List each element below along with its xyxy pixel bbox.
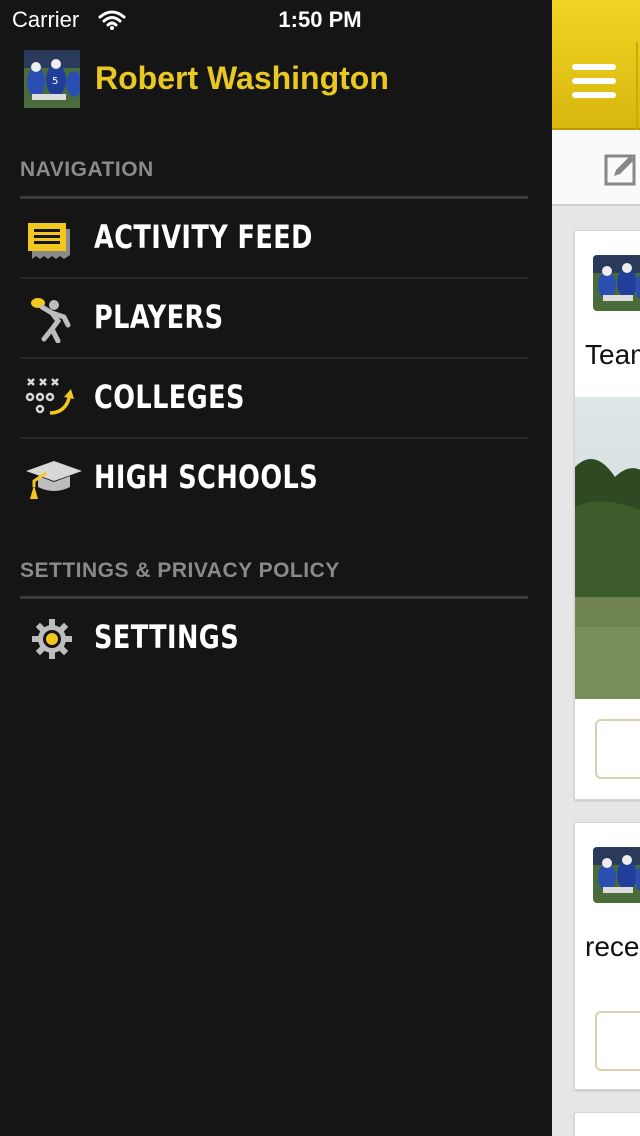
feed-post-card[interactable]: recei	[574, 822, 640, 1090]
section-title-navigation: NAVIGATION	[20, 158, 154, 181]
nav-item-colleges[interactable]: COLLEGES	[20, 359, 528, 439]
nav-item-activity-feed[interactable]: ACTIVITY FEED	[20, 199, 528, 279]
nav-item-settings[interactable]: SETTINGS	[20, 599, 528, 679]
hamburger-menu-icon[interactable]	[572, 64, 616, 102]
nav-label: PLAYERS	[94, 298, 224, 336]
compose-edit-icon[interactable]	[604, 152, 638, 191]
post-text: recei	[585, 931, 640, 962]
post-action-button[interactable]	[595, 1011, 640, 1071]
main-content-pane[interactable]: Team	[552, 0, 640, 1136]
nav-label: SETTINGS	[94, 618, 240, 656]
player-icon	[24, 295, 76, 344]
feed-post-card[interactable]: Team	[574, 230, 640, 800]
nav-label: COLLEGES	[94, 378, 245, 416]
nav-label: ACTIVITY FEED	[94, 218, 313, 256]
nav-item-players[interactable]: PLAYERS	[20, 279, 528, 359]
gear-icon	[24, 615, 76, 663]
post-photo[interactable]	[575, 397, 640, 699]
avatar[interactable]: 5	[24, 50, 80, 108]
nav-label: HIGH SCHOOLS	[94, 458, 319, 496]
post-text: Team	[585, 339, 640, 370]
feed-post-card[interactable]	[574, 1112, 640, 1136]
status-bar: Carrier 1:50 PM	[0, 0, 640, 40]
top-navigation-bar	[552, 0, 640, 130]
activity-feed-icon	[24, 215, 76, 263]
compose-bar	[552, 130, 640, 206]
post-author-avatar	[593, 847, 640, 903]
post-author-avatar	[593, 255, 640, 311]
nav-item-high-schools[interactable]: HIGH SCHOOLS	[20, 439, 528, 519]
playbook-icon	[24, 375, 76, 423]
post-action-button[interactable]	[595, 719, 640, 779]
profile-name: Robert Washington	[95, 60, 389, 96]
side-menu: 5 Robert Washington NAVIGATION ACTIVITY …	[0, 40, 552, 1136]
graduation-cap-icon	[24, 455, 82, 503]
section-title-settings: SETTINGS & PRIVACY POLICY	[20, 559, 340, 582]
svg-text:5: 5	[52, 76, 58, 87]
topbar-divider	[636, 42, 638, 130]
status-time: 1:50 PM	[278, 7, 362, 32]
